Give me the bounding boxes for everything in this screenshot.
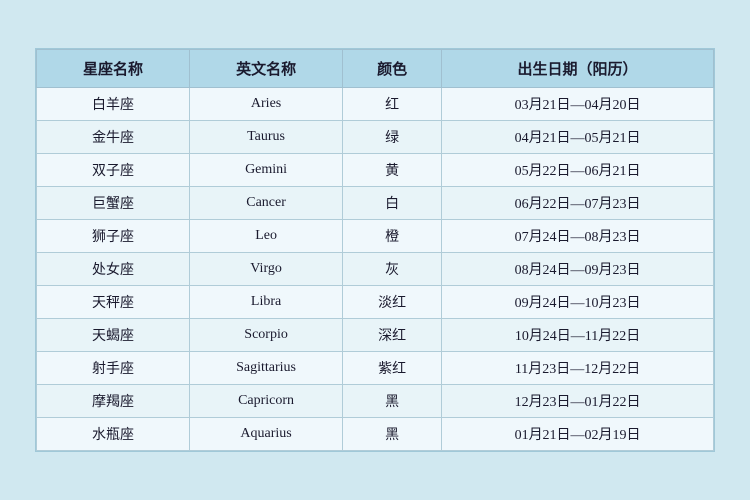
cell-date: 11月23日—12月22日: [442, 352, 714, 385]
cell-english-name: Capricorn: [190, 385, 343, 418]
table-row: 天蝎座Scorpio深红10月24日—11月22日: [37, 319, 714, 352]
cell-english-name: Sagittarius: [190, 352, 343, 385]
cell-english-name: Aquarius: [190, 418, 343, 451]
table-row: 摩羯座Capricorn黑12月23日—01月22日: [37, 385, 714, 418]
cell-color: 深红: [343, 319, 442, 352]
cell-color: 黑: [343, 385, 442, 418]
header-chinese-name: 星座名称: [37, 50, 190, 88]
cell-english-name: Gemini: [190, 154, 343, 187]
cell-english-name: Virgo: [190, 253, 343, 286]
cell-chinese-name: 双子座: [37, 154, 190, 187]
zodiac-table: 星座名称 英文名称 颜色 出生日期（阳历） 白羊座Aries红03月21日—04…: [36, 49, 714, 451]
table-row: 巨蟹座Cancer白06月22日—07月23日: [37, 187, 714, 220]
cell-english-name: Aries: [190, 88, 343, 121]
cell-chinese-name: 天蝎座: [37, 319, 190, 352]
table-row: 金牛座Taurus绿04月21日—05月21日: [37, 121, 714, 154]
cell-date: 04月21日—05月21日: [442, 121, 714, 154]
cell-date: 06月22日—07月23日: [442, 187, 714, 220]
cell-color: 黑: [343, 418, 442, 451]
cell-date: 05月22日—06月21日: [442, 154, 714, 187]
cell-chinese-name: 白羊座: [37, 88, 190, 121]
cell-chinese-name: 摩羯座: [37, 385, 190, 418]
table-row: 双子座Gemini黄05月22日—06月21日: [37, 154, 714, 187]
cell-english-name: Cancer: [190, 187, 343, 220]
cell-chinese-name: 狮子座: [37, 220, 190, 253]
cell-chinese-name: 金牛座: [37, 121, 190, 154]
table-row: 天秤座Libra淡红09月24日—10月23日: [37, 286, 714, 319]
cell-color: 灰: [343, 253, 442, 286]
cell-date: 10月24日—11月22日: [442, 319, 714, 352]
table-row: 水瓶座Aquarius黑01月21日—02月19日: [37, 418, 714, 451]
table-header-row: 星座名称 英文名称 颜色 出生日期（阳历）: [37, 50, 714, 88]
cell-chinese-name: 处女座: [37, 253, 190, 286]
cell-chinese-name: 射手座: [37, 352, 190, 385]
cell-date: 09月24日—10月23日: [442, 286, 714, 319]
cell-chinese-name: 天秤座: [37, 286, 190, 319]
table-row: 处女座Virgo灰08月24日—09月23日: [37, 253, 714, 286]
zodiac-table-container: 星座名称 英文名称 颜色 出生日期（阳历） 白羊座Aries红03月21日—04…: [35, 48, 715, 452]
table-row: 白羊座Aries红03月21日—04月20日: [37, 88, 714, 121]
cell-date: 08月24日—09月23日: [442, 253, 714, 286]
table-row: 狮子座Leo橙07月24日—08月23日: [37, 220, 714, 253]
cell-date: 03月21日—04月20日: [442, 88, 714, 121]
cell-chinese-name: 水瓶座: [37, 418, 190, 451]
cell-color: 橙: [343, 220, 442, 253]
table-row: 射手座Sagittarius紫红11月23日—12月22日: [37, 352, 714, 385]
cell-color: 紫红: [343, 352, 442, 385]
cell-color: 绿: [343, 121, 442, 154]
cell-date: 01月21日—02月19日: [442, 418, 714, 451]
cell-color: 红: [343, 88, 442, 121]
cell-date: 07月24日—08月23日: [442, 220, 714, 253]
header-color: 颜色: [343, 50, 442, 88]
cell-english-name: Scorpio: [190, 319, 343, 352]
cell-date: 12月23日—01月22日: [442, 385, 714, 418]
table-body: 白羊座Aries红03月21日—04月20日金牛座Taurus绿04月21日—0…: [37, 88, 714, 451]
header-date: 出生日期（阳历）: [442, 50, 714, 88]
cell-english-name: Leo: [190, 220, 343, 253]
cell-english-name: Taurus: [190, 121, 343, 154]
cell-english-name: Libra: [190, 286, 343, 319]
cell-color: 黄: [343, 154, 442, 187]
cell-chinese-name: 巨蟹座: [37, 187, 190, 220]
cell-color: 白: [343, 187, 442, 220]
cell-color: 淡红: [343, 286, 442, 319]
header-english-name: 英文名称: [190, 50, 343, 88]
